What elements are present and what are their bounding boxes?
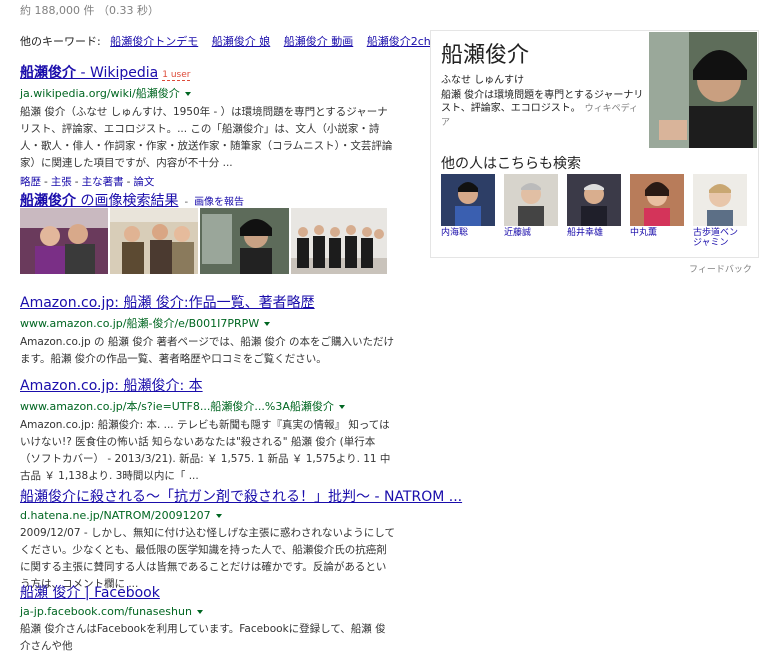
knowledge-panel: 船瀬俊介 ふなせ しゅんすけ 船瀬 俊介は環境問題を専門とするジャーナリスト、評… [430,30,759,258]
feedback-link[interactable]: フィードバック [689,262,752,275]
related-link[interactable]: 船瀬俊介2ch [367,35,431,48]
search-result: Amazon.co.jp: 船瀬俊介: 本 www.amazon.co.jp/本… [20,375,395,485]
user-badge[interactable]: 1 user [162,70,191,81]
result-snippet: Amazon.co.jp の 船瀬 俊介 著者ページでは、船瀬 俊介 の本をご購… [20,336,395,365]
result-url: ja-jp.facebook.com/funaseshun [20,605,395,618]
search-result: 船瀬俊介 - Wikipedia 1 user ja.wikipedia.org/… [20,62,395,189]
caret-down-icon[interactable] [338,405,345,409]
title-rest: の画像検索結果 [76,193,179,209]
person-card[interactable]: 近藤誠 [504,174,558,248]
person-name: 中丸薫 [630,228,658,238]
image-thumbnail[interactable] [291,208,387,274]
panel-description: 船瀬 俊介は環境問題を専門とするジャーナリスト、評論家、エコロジスト。 ウィキペデ… [441,89,646,130]
related-link[interactable]: 船瀬俊介 動画 [284,35,354,48]
url-text: ja.wikipedia.org/wiki/船瀬俊介 [20,87,180,100]
result-snippet: 船瀬 俊介（ふなせ しゅんすけ、1950年 - ）は環境問題を専門とするジャーナ… [20,106,393,169]
image-thumbnail[interactable] [200,208,289,274]
person-name: 古歩道ベンジャミン [693,228,739,248]
person-name: 内海聡 [441,228,469,238]
url-text: www.amazon.co.jp/本/s?ie=UTF8...船瀬俊介...%3… [20,400,334,413]
related-keywords: 他のキーワード: 船瀬俊介トンデモ 船瀬俊介 娘 船瀬俊介 動画 船瀬俊介2ch [20,33,431,49]
result-url: www.amazon.co.jp/船瀬-俊介/e/B001I7PRPW [20,315,395,331]
result-title-link[interactable]: Amazon.co.jp: 船瀬俊介: 本 [20,378,203,394]
caret-down-icon[interactable] [215,514,222,518]
title-bold: 船瀬俊介 [20,65,76,81]
image-thumbnails [20,208,387,274]
person-name: 近藤誠 [504,228,532,238]
people-list: 内海聡 近藤誠 船井幸雄 中丸薫 古歩道ベンジャミン [441,174,747,248]
sitelinks: 略歴 - 主張 - 主な著書 - 論文 [20,176,155,188]
result-url: ja.wikipedia.org/wiki/船瀬俊介 [20,85,395,101]
related-link[interactable]: 船瀬俊介トンデモ [110,35,198,48]
result-url: d.hatena.ne.jp/NATROM/20091207 [20,509,395,522]
url-text: d.hatena.ne.jp/NATROM/20091207 [20,509,211,522]
image-thumbnail[interactable] [110,208,198,274]
image-results-link[interactable]: 船瀬俊介 の画像検索結果 [20,193,178,209]
person-name: 船井幸雄 [567,228,604,238]
result-title-link[interactable]: 船瀬俊介に殺される〜「抗ガン剤で殺される！」批判〜 - NATROM ... [20,489,462,505]
image-results-header: 船瀬俊介 の画像検索結果 - 画像を報告 [20,193,245,209]
person-card[interactable]: 内海聡 [441,174,495,248]
result-snippet: 船瀬 俊介さんはFacebookを利用しています。Facebookに登録して、船… [20,623,386,652]
result-title-row: 船瀬俊介 - Wikipedia 1 user [20,62,395,82]
caret-down-icon[interactable] [264,322,271,326]
result-title-link[interactable]: 船瀬 俊介 | Facebook [20,585,160,601]
search-result: 船瀬俊介に殺される〜「抗ガン剤で殺される！」批判〜 - NATROM ... d… [20,486,462,593]
result-url: www.amazon.co.jp/本/s?ie=UTF8...船瀬俊介...%3… [20,398,395,414]
panel-photo[interactable] [649,32,757,148]
related-link[interactable]: 船瀬俊介 娘 [212,35,271,48]
panel-title: 船瀬俊介 [441,43,530,68]
image-thumbnail[interactable] [20,208,108,274]
person-card[interactable]: 中丸薫 [630,174,684,248]
url-text: www.amazon.co.jp/船瀬-俊介/e/B001I7PRPW [20,317,260,330]
person-card[interactable]: 古歩道ベンジャミン [693,174,747,248]
title-bold: 船瀬俊介 [20,193,76,209]
caret-down-icon[interactable] [196,610,203,614]
title-rest: - Wikipedia [76,65,159,81]
report-images-link[interactable]: 画像を報告 [194,197,244,208]
search-result: Amazon.co.jp: 船瀬 俊介:作品一覧、著者略歴 www.amazon… [20,292,395,368]
panel-reading: ふなせ しゅんすけ [441,75,524,86]
url-text: ja-jp.facebook.com/funaseshun [20,605,192,618]
sitelink[interactable]: 略歴 [20,176,41,188]
caret-down-icon[interactable] [184,92,191,96]
result-title-link[interactable]: Amazon.co.jp: 船瀬 俊介:作品一覧、著者略歴 [20,295,315,311]
related-label: 他のキーワード: [20,35,101,48]
result-snippet: Amazon.co.jp: 船瀬俊介: 本. ... テレビも新聞も隠す『真実の… [20,419,391,482]
result-stats: 約 188,000 件 （0.33 秒） [20,4,159,17]
sitelink[interactable]: 主張 [51,176,72,188]
person-card[interactable]: 船井幸雄 [567,174,621,248]
result-title-link[interactable]: 船瀬俊介 - Wikipedia [20,65,158,81]
sitelink[interactable]: 論文 [133,176,154,188]
sitelink[interactable]: 主な著書 [82,176,124,188]
search-result: 船瀬 俊介 | Facebook ja-jp.facebook.com/funa… [20,582,395,655]
people-also-search-heading: 他の人はこちらも検索 [441,156,581,172]
